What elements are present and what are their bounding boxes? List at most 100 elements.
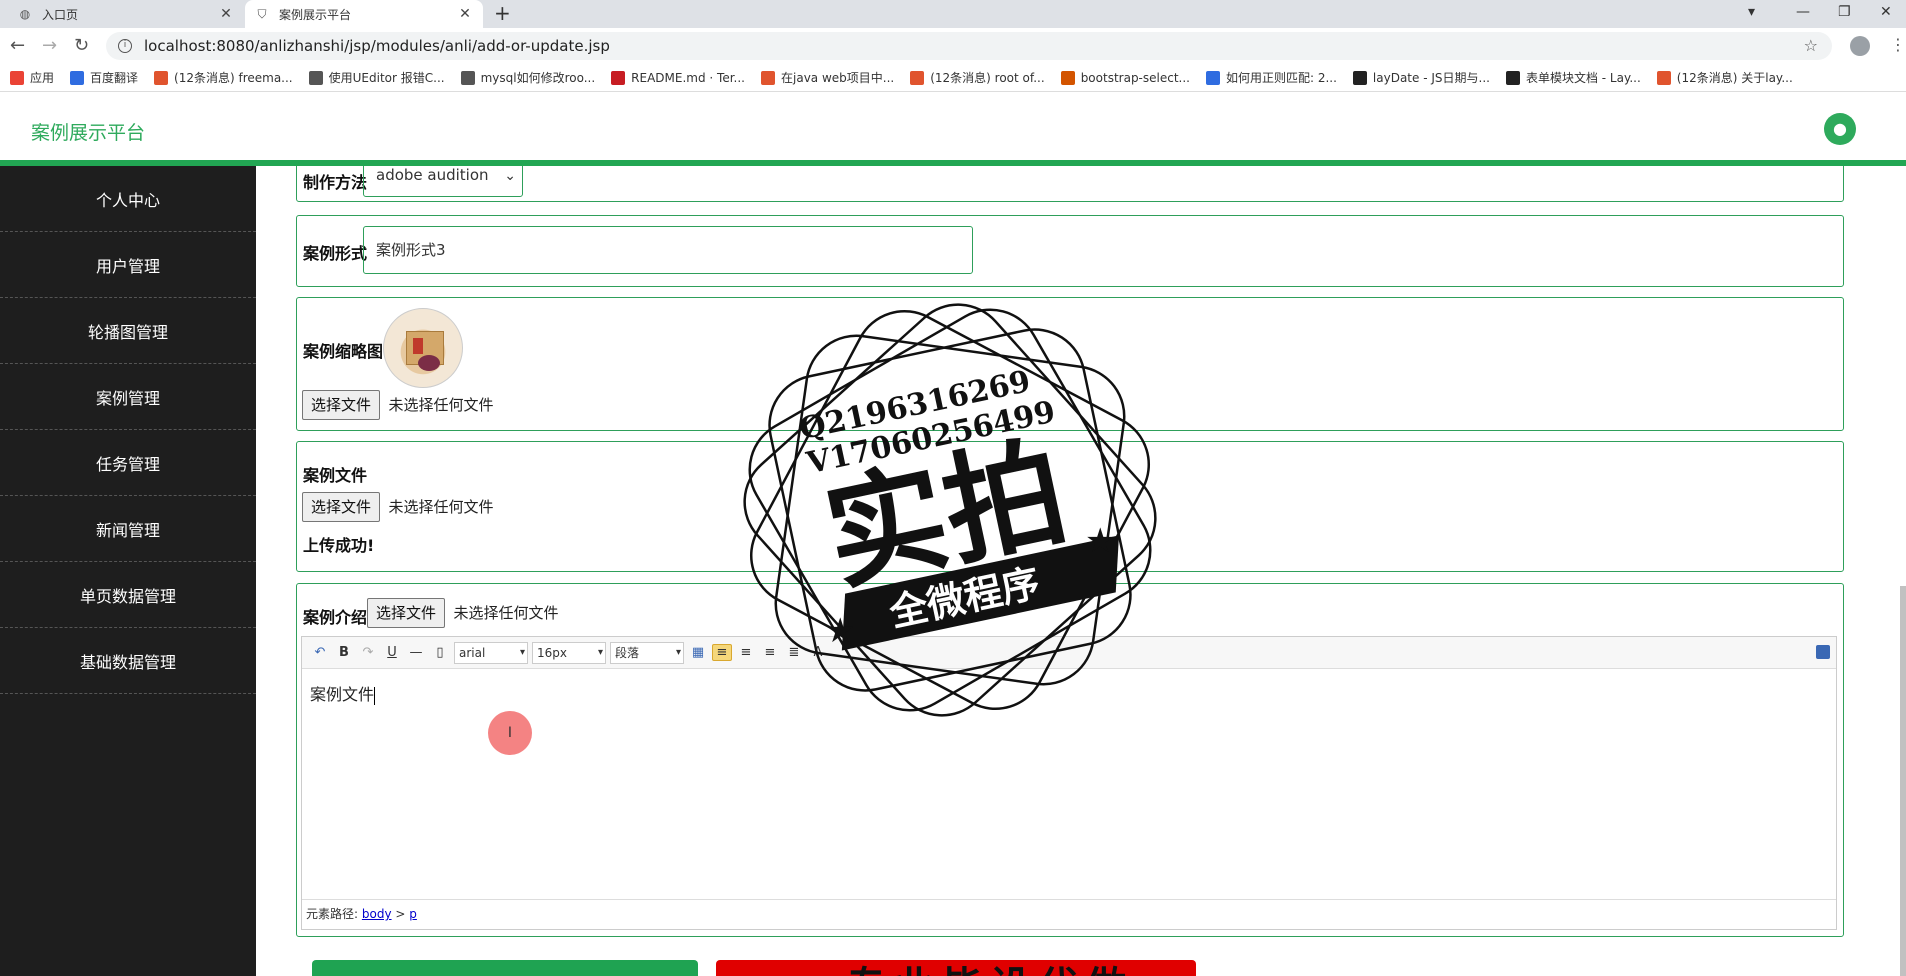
bookmark-item[interactable]: 在java web项目中... bbox=[761, 69, 894, 86]
profile-icon[interactable] bbox=[1850, 36, 1870, 56]
fullscreen-icon[interactable] bbox=[1816, 645, 1830, 659]
reload-icon[interactable]: ↻ bbox=[74, 35, 89, 56]
forward-icon[interactable]: → bbox=[42, 35, 57, 56]
bookmark-item[interactable]: mysql如何修改roo... bbox=[460, 69, 595, 86]
paragraph-select[interactable]: 段落 ▾ bbox=[610, 641, 684, 664]
scrollbar[interactable] bbox=[1900, 586, 1906, 976]
apps-grid-icon bbox=[10, 70, 24, 85]
undo-icon[interactable]: ↶ bbox=[310, 645, 330, 660]
bold-icon[interactable]: B bbox=[334, 645, 354, 660]
path-link-body[interactable]: body bbox=[362, 907, 392, 921]
sidebar-item-carousel[interactable]: 轮播图管理 bbox=[0, 298, 256, 364]
star-icon[interactable]: ☆ bbox=[1804, 36, 1818, 55]
back-icon[interactable]: ← bbox=[10, 35, 25, 56]
align-right-icon[interactable]: ≡ bbox=[760, 645, 780, 660]
bookmark-favicon-icon bbox=[910, 70, 925, 85]
shield-icon: ⛉ bbox=[257, 7, 267, 21]
close-icon[interactable]: ✕ bbox=[218, 6, 234, 22]
url-field[interactable]: i localhost:8080/anlizhanshi/jsp/modules… bbox=[106, 32, 1832, 60]
case-file-group: 案例文件 选择文件 未选择任何文件 上传成功! bbox=[296, 441, 1844, 572]
browser-tab-active[interactable]: ⛉ 案例展示平台 ✕ bbox=[245, 0, 483, 28]
case-file-label: 案例文件 bbox=[303, 466, 368, 485]
sidebar-item-single-page[interactable]: 单页数据管理 bbox=[0, 562, 256, 628]
intro-label: 案例介绍 bbox=[303, 608, 368, 627]
chevron-down-icon: ▾ bbox=[519, 646, 525, 658]
bookmark-item[interactable]: 百度翻译 bbox=[70, 69, 138, 86]
bookmark-item[interactable]: (12条消息) freema... bbox=[154, 69, 293, 86]
bookmark-favicon-icon bbox=[1505, 70, 1520, 85]
bookmark-item[interactable]: 如何用正则匹配: 2... bbox=[1205, 69, 1337, 86]
editor-content-area[interactable]: 案例文件 I bbox=[302, 669, 1836, 899]
table-icon[interactable]: ▦ bbox=[688, 645, 708, 660]
method-select[interactable]: adobe audition ⌄ bbox=[363, 166, 523, 197]
app-title: 案例展示平台 bbox=[31, 122, 146, 144]
menu-kebab-icon[interactable]: ⋮ bbox=[1890, 35, 1906, 54]
info-icon[interactable]: i bbox=[118, 39, 132, 53]
form-type-group: 案例形式 案例形式3 bbox=[296, 215, 1844, 287]
upload-success-message: 上传成功! bbox=[303, 536, 375, 555]
form-type-input[interactable]: 案例形式3 bbox=[363, 226, 973, 274]
close-icon[interactable]: ✕ bbox=[457, 6, 473, 22]
user-avatar-icon[interactable]: ● bbox=[1824, 113, 1856, 145]
submit-button[interactable] bbox=[312, 960, 698, 976]
main-content: 制作方法 adobe audition ⌄ 案例形式 案例形式3 案例缩略图 选… bbox=[256, 166, 1906, 976]
promo-banner: 专业毕设代做 bbox=[716, 960, 1196, 976]
bookmark-favicon-icon bbox=[308, 70, 323, 85]
align-center-icon[interactable]: ≡ bbox=[736, 645, 756, 660]
minimize-icon[interactable]: — bbox=[1796, 4, 1810, 20]
rich-text-editor: ↶ B ↷ U — ▯ arial ▾ 16px ▾ 段落 ▾ ▦ ≡ ≡ ≡ ≣ A… bbox=[301, 636, 1837, 930]
align-justify-icon[interactable]: ≣ bbox=[784, 645, 804, 660]
bookmark-item[interactable]: 表单模块文档 - Lay... bbox=[1505, 69, 1641, 86]
font-family-select[interactable]: arial ▾ bbox=[454, 641, 528, 664]
new-tab-button[interactable]: + bbox=[494, 3, 511, 23]
thumbnail-group: 案例缩略图 选择文件 未选择任何文件 bbox=[296, 297, 1844, 431]
thumbnail-file-status: 未选择任何文件 bbox=[388, 396, 494, 414]
bookmark-item[interactable]: (12条消息) root of... bbox=[910, 69, 1045, 86]
bookmark-apps[interactable]: 应用 bbox=[10, 69, 54, 86]
bookmark-item[interactable]: 使用UEditor 报错C... bbox=[308, 69, 445, 86]
element-path-bar: 元素路径: body > p bbox=[302, 899, 1836, 929]
form-type-label: 案例形式 bbox=[303, 244, 368, 263]
case-file-status: 未选择任何文件 bbox=[388, 498, 494, 516]
thumbnail-label: 案例缩略图 bbox=[303, 342, 384, 361]
sidebar-item-tasks[interactable]: 任务管理 bbox=[0, 430, 256, 496]
editor-content-text: 案例文件 bbox=[310, 685, 375, 704]
bookmark-item[interactable]: layDate - JS日期与... bbox=[1352, 69, 1490, 86]
bookmark-favicon-icon bbox=[154, 70, 169, 85]
bookmark-item[interactable]: bootstrap-select... bbox=[1060, 70, 1190, 85]
redo-icon[interactable]: ↷ bbox=[358, 645, 378, 660]
sidebar-item-users[interactable]: 用户管理 bbox=[0, 232, 256, 298]
chevron-down-icon: ▾ bbox=[675, 646, 681, 658]
chevron-down-icon: ⌄ bbox=[504, 168, 516, 184]
editor-toolbar: ↶ B ↷ U — ▯ arial ▾ 16px ▾ 段落 ▾ ▦ ≡ ≡ ≡ ≣ A bbox=[302, 637, 1836, 669]
sidebar-item-news[interactable]: 新闻管理 bbox=[0, 496, 256, 562]
bookmark-favicon-icon bbox=[761, 70, 775, 85]
bookmark-item[interactable]: (12条消息) 关于lay... bbox=[1656, 69, 1793, 86]
globe-icon: ◍ bbox=[19, 7, 31, 21]
thumbnail-image bbox=[383, 308, 463, 388]
intro-choose-file-button[interactable]: 选择文件 bbox=[367, 598, 446, 628]
restore-icon[interactable]: ❐ bbox=[1838, 4, 1851, 20]
font-size-select[interactable]: 16px ▾ bbox=[532, 641, 606, 664]
sidebar-item-cases[interactable]: 案例管理 bbox=[0, 364, 256, 430]
chevron-down-icon: ▾ bbox=[597, 646, 603, 658]
align-left-icon[interactable]: ≡ bbox=[712, 644, 732, 661]
path-link-p[interactable]: p bbox=[409, 907, 417, 921]
horizontal-rule-icon[interactable]: — bbox=[406, 645, 426, 660]
case-file-choose-file-button[interactable]: 选择文件 bbox=[302, 492, 381, 522]
text-cursor bbox=[374, 686, 376, 705]
bookmark-favicon-icon bbox=[611, 70, 626, 85]
profile-dropdown-icon[interactable]: ▾ bbox=[1748, 4, 1755, 20]
font-color-icon[interactable]: A bbox=[808, 645, 828, 660]
browser-tabbar: ◍ 入口页 ✕ ⛉ 案例展示平台 ✕ + ▾ — ❐ ✕ bbox=[0, 0, 1906, 28]
thumbnail-choose-file-button[interactable]: 选择文件 bbox=[302, 390, 381, 420]
window-close-icon[interactable]: ✕ bbox=[1880, 4, 1892, 20]
sidebar-item-personal-center[interactable]: 个人中心 bbox=[0, 166, 256, 232]
document-icon[interactable]: ▯ bbox=[430, 645, 450, 660]
sidebar: 个人中心 用户管理 轮播图管理 案例管理 任务管理 新闻管理 单页数据管理 基础… bbox=[0, 166, 256, 976]
sidebar-item-base-data[interactable]: 基础数据管理 bbox=[0, 628, 256, 694]
bookmark-item[interactable]: README.md · Ter... bbox=[611, 70, 745, 85]
browser-tab-entry[interactable]: ◍ 入口页 ✕ bbox=[8, 0, 244, 28]
intro-file-status: 未选择任何文件 bbox=[453, 604, 559, 622]
underline-icon[interactable]: U bbox=[382, 645, 402, 660]
